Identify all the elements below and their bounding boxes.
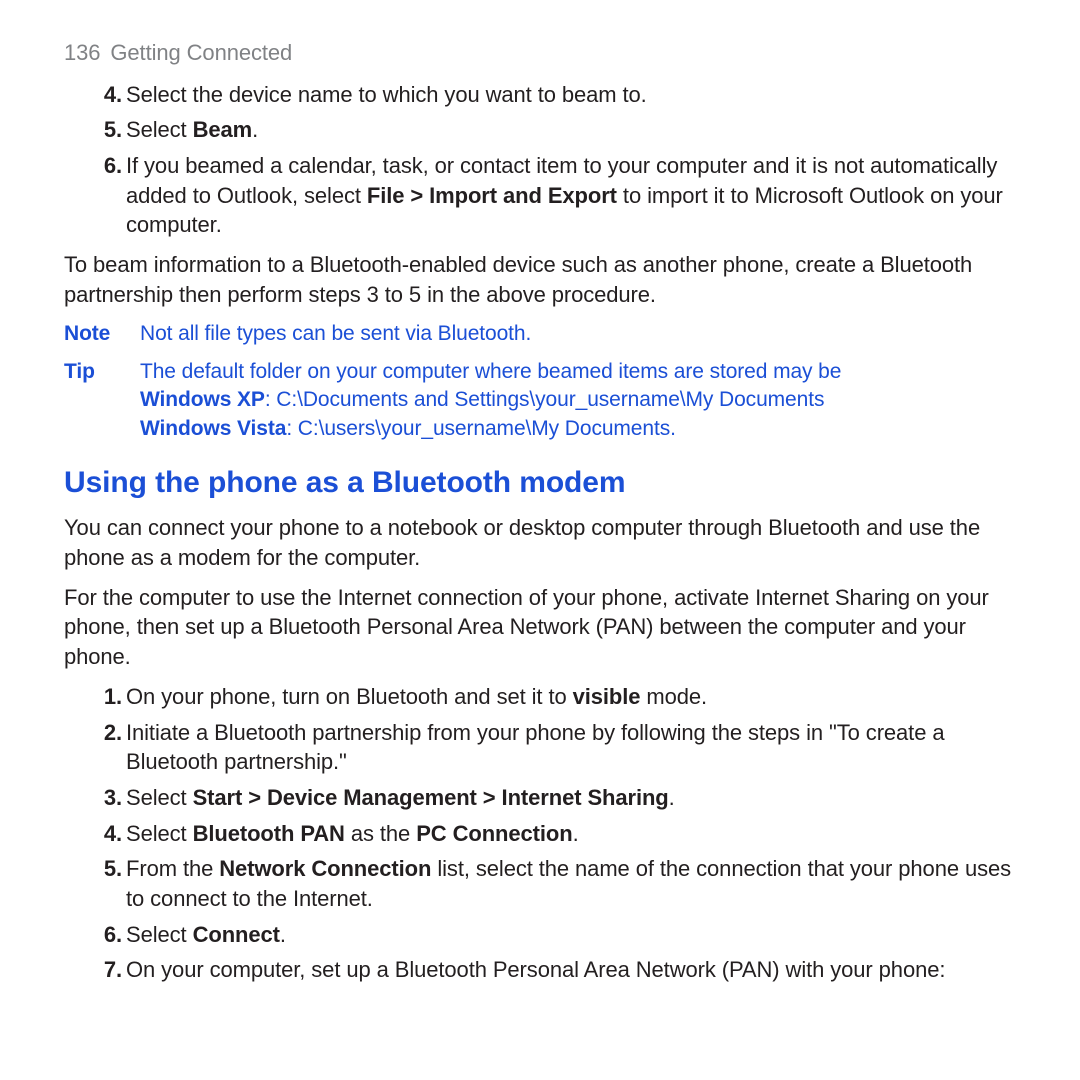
item-text: On your phone, turn on Bluetooth and set… — [126, 682, 1024, 712]
list-item: 7. On your computer, set up a Bluetooth … — [126, 955, 1024, 985]
list-item: 6. If you beamed a calendar, task, or co… — [126, 151, 1024, 240]
item-text: Select Beam. — [126, 115, 1024, 145]
item-number: 7. — [96, 955, 122, 985]
page-number: 136 — [64, 40, 100, 65]
note-text: Not all file types can be sent via Bluet… — [140, 320, 1024, 348]
item-text: Select Bluetooth PAN as the PC Connectio… — [126, 819, 1024, 849]
list-item: 5. Select Beam. — [126, 115, 1024, 145]
paragraph: For the computer to use the Internet con… — [64, 583, 1024, 672]
tip-text: The default folder on your computer wher… — [140, 358, 1024, 443]
tip-label: Tip — [64, 358, 140, 443]
list-item: 2. Initiate a Bluetooth partnership from… — [126, 718, 1024, 777]
paragraph: You can connect your phone to a notebook… — [64, 513, 1024, 572]
item-number: 3. — [96, 783, 122, 813]
item-number: 5. — [96, 115, 122, 145]
item-number: 5. — [96, 854, 122, 884]
item-number: 4. — [96, 80, 122, 110]
item-text: From the Network Connection list, select… — [126, 854, 1024, 913]
list-item: 1. On your phone, turn on Bluetooth and … — [126, 682, 1024, 712]
item-text: Initiate a Bluetooth partnership from yo… — [126, 718, 1024, 777]
section-title: Getting Connected — [110, 40, 292, 65]
item-text: On your computer, set up a Bluetooth Per… — [126, 955, 1024, 985]
numbered-list-2: 1. On your phone, turn on Bluetooth and … — [64, 682, 1024, 985]
paragraph: To beam information to a Bluetooth-enabl… — [64, 250, 1024, 309]
item-number: 6. — [96, 151, 122, 181]
list-item: 3. Select Start > Device Management > In… — [126, 783, 1024, 813]
page-header: 136 Getting Connected — [64, 38, 1024, 68]
item-number: 4. — [96, 819, 122, 849]
item-text: Select the device name to which you want… — [126, 80, 1024, 110]
list-item: 5. From the Network Connection list, sel… — [126, 854, 1024, 913]
item-text: If you beamed a calendar, task, or conta… — [126, 151, 1024, 240]
item-number: 2. — [96, 718, 122, 748]
item-text: Select Connect. — [126, 920, 1024, 950]
item-number: 1. — [96, 682, 122, 712]
item-text: Select Start > Device Management > Inter… — [126, 783, 1024, 813]
tip-block: Tip The default folder on your computer … — [64, 358, 1024, 443]
note-block: Note Not all file types can be sent via … — [64, 320, 1024, 348]
note-label: Note — [64, 320, 140, 348]
item-number: 6. — [96, 920, 122, 950]
list-item: 4. Select the device name to which you w… — [126, 80, 1024, 110]
section-heading: Using the phone as a Bluetooth modem — [64, 463, 1024, 504]
list-item: 6. Select Connect. — [126, 920, 1024, 950]
list-item: 4. Select Bluetooth PAN as the PC Connec… — [126, 819, 1024, 849]
numbered-list-1: 4. Select the device name to which you w… — [64, 80, 1024, 240]
